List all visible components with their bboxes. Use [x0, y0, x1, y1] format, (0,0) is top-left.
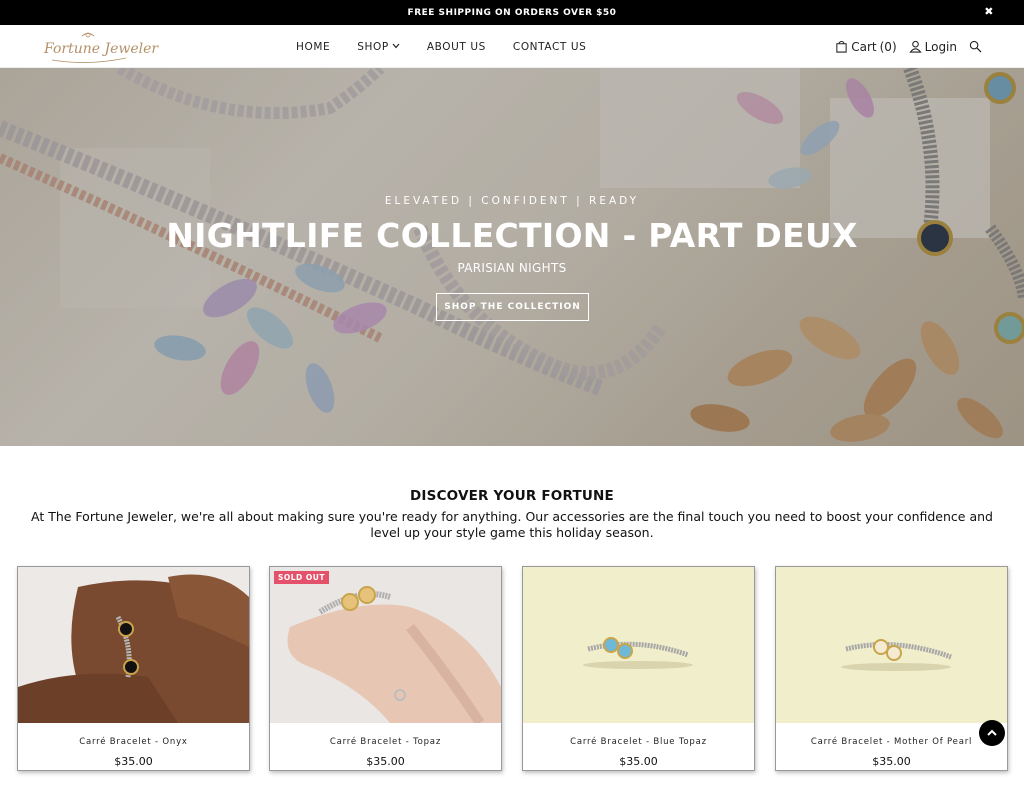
- arrow-up-icon: [987, 729, 997, 736]
- main-nav: HOME SHOP ABOUT US CONTACT US: [296, 25, 586, 68]
- nav-home-label: HOME: [296, 40, 331, 53]
- product-card[interactable]: Carré Bracelet - Onyx $35.00: [17, 566, 250, 771]
- product-price: $35.00: [872, 755, 911, 768]
- sold-out-badge: SOLD OUT: [274, 571, 329, 584]
- hero-subtitle: PARISIAN NIGHTS: [457, 261, 567, 275]
- hero-tagline: ELEVATED | CONFIDENT | READY: [384, 195, 640, 207]
- nav-contact-us[interactable]: CONTACT US: [513, 41, 586, 53]
- chevron-down-icon: [392, 42, 400, 51]
- search-button[interactable]: [969, 40, 982, 53]
- hero-title: NIGHTLIFE COLLECTION - PART DEUX: [166, 216, 858, 255]
- logo-text: Fortune Jeweler: [44, 41, 159, 57]
- product-name: Carré Bracelet - Topaz: [329, 737, 442, 747]
- nav-shop[interactable]: SHOP: [357, 41, 400, 53]
- user-icon: [908, 40, 922, 53]
- nav-contact-us-label: CONTACT US: [512, 40, 587, 53]
- product-image: [270, 567, 501, 723]
- shop-collection-button[interactable]: SHOP THE COLLECTION: [436, 293, 589, 321]
- logo[interactable]: Fortune Jeweler: [42, 30, 158, 64]
- login-link[interactable]: Login: [908, 39, 957, 54]
- nav-shop-label: SHOP: [357, 40, 389, 53]
- nav-home[interactable]: HOME: [296, 41, 330, 53]
- header-actions: Cart (0) Login: [835, 25, 982, 68]
- product-card[interactable]: Carré Bracelet - Mother Of Pearl $35.00: [775, 566, 1008, 771]
- announcement-bar: FREE SHIPPING ON ORDERS OVER $50 ✖: [0, 0, 1024, 25]
- announcement-text: FREE SHIPPING ON ORDERS OVER $50: [407, 7, 617, 18]
- site-header: Fortune Jeweler HOME SHOP ABOUT US CONTA…: [0, 25, 1024, 68]
- hero-content: ELEVATED | CONFIDENT | READY NIGHTLIFE C…: [0, 68, 1024, 446]
- product-price: $35.00: [114, 755, 153, 768]
- hero-banner: ELEVATED | CONFIDENT | READY NIGHTLIFE C…: [0, 68, 1024, 446]
- product-image: [776, 567, 1007, 723]
- cart-label: Cart: [851, 39, 877, 54]
- product-name: Carré Bracelet - Onyx: [79, 737, 188, 747]
- product-price: $35.00: [619, 755, 658, 768]
- product-card[interactable]: SOLD OUT Carré Bracelet - Topaz $35.00: [269, 566, 502, 771]
- close-icon[interactable]: ✖: [984, 5, 994, 18]
- section-description: At The Fortune Jeweler, we're all about …: [31, 509, 993, 540]
- cart-link[interactable]: Cart (0): [835, 39, 897, 54]
- product-name: Carré Bracelet - Mother Of Pearl: [810, 737, 973, 747]
- search-icon: [969, 40, 982, 53]
- section-title: DISCOVER YOUR FORTUNE: [410, 488, 614, 504]
- product-card[interactable]: Carré Bracelet - Blue Topaz $35.00: [522, 566, 755, 771]
- login-label: Login: [924, 39, 957, 54]
- nav-about-us-label: ABOUT US: [426, 40, 486, 53]
- scroll-to-top-button[interactable]: [979, 720, 1005, 746]
- cart-icon: [836, 40, 847, 53]
- product-image: [18, 567, 249, 723]
- product-name: Carré Bracelet - Blue Topaz: [570, 737, 707, 747]
- product-price: $35.00: [366, 755, 405, 768]
- product-image: [523, 567, 754, 723]
- cart-count: (0): [879, 39, 897, 54]
- nav-about-us[interactable]: ABOUT US: [427, 41, 486, 53]
